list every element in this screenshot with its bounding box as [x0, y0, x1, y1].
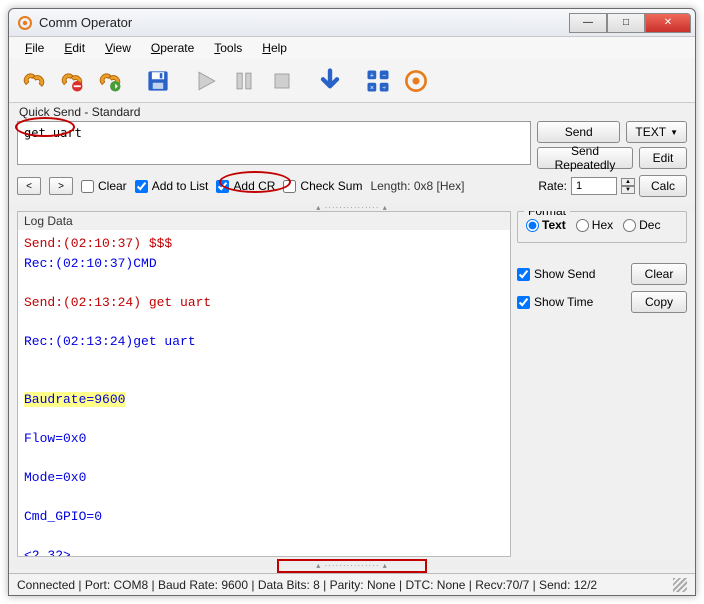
- menu-help[interactable]: Help: [256, 39, 293, 57]
- resize-grip-icon[interactable]: [673, 578, 687, 592]
- format-hex-radio[interactable]: Hex: [576, 218, 613, 232]
- log-text[interactable]: Send:(02:10:37) $$$ Rec:(02:10:37)CMD Se…: [18, 230, 510, 556]
- addtolist-label: Add to List: [152, 179, 209, 193]
- rate-input[interactable]: [571, 177, 617, 195]
- svg-text:+: +: [370, 72, 374, 79]
- format-dec-radio[interactable]: Dec: [623, 218, 660, 232]
- stop-icon[interactable]: [265, 64, 299, 98]
- menu-view[interactable]: View: [99, 39, 137, 57]
- close-button[interactable]: ✕: [645, 13, 691, 33]
- app-window: Comm Operator — □ ✕ File Edit View Opera…: [8, 8, 696, 596]
- maximize-button[interactable]: □: [607, 13, 645, 33]
- clear-label: Clear: [98, 179, 127, 193]
- format-legend: Format: [524, 211, 570, 218]
- disconnect-icon[interactable]: [55, 64, 89, 98]
- nav-next-button[interactable]: >: [49, 177, 73, 195]
- show-time-checkbox[interactable]: Show Time: [517, 295, 625, 309]
- show-send-checkbox[interactable]: Show Send: [517, 267, 625, 281]
- send-input[interactable]: [17, 121, 531, 165]
- svg-text:÷: ÷: [382, 84, 386, 91]
- length-label: Length: 0x8 [Hex]: [370, 179, 464, 193]
- text-mode-dropdown[interactable]: TEXT ▼: [626, 121, 687, 143]
- send-repeatedly-button[interactable]: Send Repeatedly: [537, 147, 633, 169]
- addcr-checkbox[interactable]: Add CR: [216, 179, 275, 193]
- addtolist-checkbox[interactable]: Add to List: [135, 179, 209, 193]
- menu-edit[interactable]: Edit: [58, 39, 91, 57]
- menu-file[interactable]: File: [19, 39, 50, 57]
- calculator-icon[interactable]: + − × ÷: [361, 64, 395, 98]
- send-button[interactable]: Send: [537, 121, 620, 143]
- format-text-radio[interactable]: Text: [526, 218, 566, 232]
- quicksend-section-label: Quick Send - Standard: [9, 103, 695, 121]
- minimize-button[interactable]: —: [569, 13, 607, 33]
- connect-icon[interactable]: [17, 64, 51, 98]
- app-icon: [17, 15, 33, 31]
- spinner-up-icon[interactable]: ▲: [621, 178, 635, 186]
- chevron-down-icon: ▼: [670, 128, 678, 137]
- clear-checkbox[interactable]: Clear: [81, 179, 127, 193]
- save-icon[interactable]: [141, 64, 175, 98]
- format-group: Format Text Hex Dec: [517, 211, 687, 243]
- status-text: Connected | Port: COM8 | Baud Rate: 9600…: [17, 578, 597, 592]
- text-mode-label: TEXT: [635, 125, 666, 139]
- svg-text:×: ×: [370, 84, 374, 91]
- log-legend: Log Data: [18, 212, 510, 230]
- checksum-label: Check Sum: [300, 179, 362, 193]
- spinner-down-icon[interactable]: ▼: [621, 186, 635, 194]
- connection-settings-icon[interactable]: [93, 64, 127, 98]
- title-bar: Comm Operator — □ ✕: [9, 9, 695, 37]
- menu-bar: File Edit View Operate Tools Help: [9, 37, 695, 59]
- rate-spinner[interactable]: ▲ ▼: [621, 178, 635, 194]
- addcr-label: Add CR: [233, 179, 275, 193]
- target-icon[interactable]: [399, 64, 433, 98]
- svg-text:−: −: [382, 72, 386, 79]
- rate-label: Rate:: [538, 179, 567, 193]
- toolbar: + − × ÷: [9, 59, 695, 103]
- menu-operate[interactable]: Operate: [145, 39, 200, 57]
- pause-icon[interactable]: [227, 64, 261, 98]
- download-icon[interactable]: [313, 64, 347, 98]
- menu-tools[interactable]: Tools: [208, 39, 248, 57]
- log-panel: Log Data Send:(02:10:37) $$$ Rec:(02:10:…: [17, 211, 511, 557]
- copy-log-button[interactable]: Copy: [631, 291, 687, 313]
- edit-button[interactable]: Edit: [639, 147, 687, 169]
- annotation-rect-splitter: [277, 559, 427, 573]
- status-bar: Connected | Port: COM8 | Baud Rate: 9600…: [9, 573, 695, 595]
- play-icon[interactable]: [189, 64, 223, 98]
- clear-log-button[interactable]: Clear: [631, 263, 687, 285]
- window-title: Comm Operator: [39, 15, 569, 30]
- calc-button[interactable]: Calc: [639, 175, 687, 197]
- nav-prev-button[interactable]: <: [17, 177, 41, 195]
- checksum-checkbox[interactable]: Check Sum: [283, 179, 362, 193]
- horizontal-splitter-top[interactable]: ▴ ··············· ▴: [9, 203, 695, 211]
